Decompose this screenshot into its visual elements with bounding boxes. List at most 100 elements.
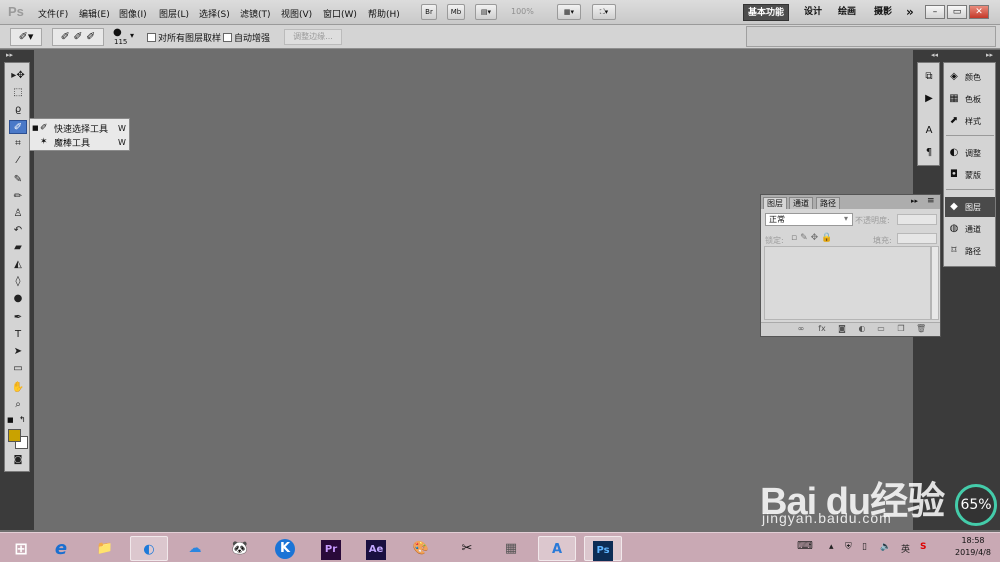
menu-file[interactable]: 文件(F): [38, 7, 68, 20]
fx-icon[interactable]: fx: [817, 324, 827, 334]
history-panel-icon[interactable]: ⧉: [921, 69, 937, 85]
tray-expand-icon[interactable]: ▴: [829, 542, 834, 552]
history-brush-tool-icon[interactable]: ↶: [9, 224, 27, 238]
taskbar-paint-icon[interactable]: 🎨: [402, 536, 440, 561]
flyout-item-magic-wand[interactable]: ✶ 魔棒工具 W: [32, 135, 128, 149]
workspace-essentials[interactable]: 基本功能: [743, 4, 790, 21]
tray-battery-icon[interactable]: ▯: [862, 542, 867, 552]
panel-menu-icon[interactable]: ≡: [927, 196, 935, 206]
dock-item-color[interactable]: ◈ 颜色: [945, 67, 995, 87]
path-selection-tool-icon[interactable]: ➤: [9, 345, 27, 359]
new-group-icon[interactable]: ▭: [876, 324, 886, 334]
clone-stamp-tool-icon[interactable]: ♙: [9, 207, 27, 221]
workspace-painting[interactable]: 绘画: [834, 4, 860, 21]
spot-healing-tool-icon[interactable]: ✎: [9, 173, 27, 187]
actions-panel-icon[interactable]: ▶: [921, 91, 937, 107]
marquee-tool-icon[interactable]: ⬚: [9, 86, 27, 100]
tab-layers[interactable]: 图层: [763, 197, 787, 209]
collapse-toolbar-icon[interactable]: ▸▸: [6, 51, 13, 59]
dock-item-channels[interactable]: ◍ 通道: [945, 219, 995, 239]
delete-layer-icon[interactable]: 🗑: [916, 324, 926, 334]
tab-channels[interactable]: 通道: [789, 197, 813, 209]
sample-all-layers-checkbox[interactable]: 对所有图层取样: [147, 31, 221, 44]
tool-preset-picker[interactable]: ✐▾: [10, 28, 42, 46]
expand-dock-icon[interactable]: ▸▸: [986, 51, 993, 59]
menu-filter[interactable]: 滤镜(T): [240, 7, 271, 20]
eyedropper-tool-icon[interactable]: ⁄: [9, 154, 27, 168]
dock-item-styles[interactable]: ⬈ 样式: [945, 111, 995, 131]
menu-layer[interactable]: 图层(L): [159, 7, 189, 20]
arrange-documents-button[interactable]: ▦▾: [557, 4, 581, 20]
swap-colors-icon[interactable]: ↰: [19, 415, 26, 424]
taskbar-browser-icon[interactable]: ◐: [130, 536, 168, 561]
view-extras-button[interactable]: ▤▾: [475, 4, 497, 20]
layers-list[interactable]: [764, 246, 931, 320]
blend-mode-select[interactable]: 正常: [765, 213, 853, 226]
close-button[interactable]: ✕: [969, 5, 989, 19]
dock-item-masks[interactable]: ◘ 蒙版: [945, 165, 995, 185]
rectangle-tool-icon[interactable]: ▭: [9, 362, 27, 376]
flyout-item-quick-selection[interactable]: ■ ✐ 快速选择工具 W: [32, 121, 128, 135]
refine-edge-button[interactable]: 调整边缘...: [284, 29, 342, 45]
brush-dot-icon[interactable]: ●: [113, 27, 122, 38]
keyboard-icon[interactable]: ⌨: [797, 539, 813, 552]
pen-tool-icon[interactable]: ✒: [9, 311, 27, 325]
selection-mode-buttons[interactable]: ✐ ✐ ✐: [52, 28, 104, 46]
menu-image[interactable]: 图像(I): [119, 7, 147, 20]
zoom-tool-icon[interactable]: ⌕: [9, 398, 27, 412]
brush-tool-icon[interactable]: ✏: [9, 190, 27, 204]
dock-item-adjustments[interactable]: ◐ 调整: [945, 143, 995, 163]
dock-item-paths[interactable]: ⌑ 路径: [945, 241, 995, 261]
brush-picker-arrow-icon[interactable]: ▾: [130, 31, 134, 40]
screen-mode-button[interactable]: ⛶▾: [592, 4, 616, 20]
workspace-design[interactable]: 设计: [800, 4, 826, 21]
tray-volume-icon[interactable]: 🔈: [880, 542, 891, 552]
taskbar-clock[interactable]: 18:58 2019/4/8: [950, 535, 996, 559]
crop-tool-icon[interactable]: ⌗: [9, 137, 27, 151]
opacity-field[interactable]: [897, 214, 937, 225]
tab-paths[interactable]: 路径: [816, 197, 840, 209]
tray-ime-indicator[interactable]: 英: [901, 542, 910, 555]
quick-selection-tool-icon[interactable]: ✐: [9, 120, 27, 134]
fill-field[interactable]: [897, 233, 937, 244]
default-colors-icon[interactable]: ■: [7, 416, 14, 424]
lock-icons[interactable]: ▫✎✥🔒: [791, 233, 835, 243]
dock-item-swatches[interactable]: ▦ 色板: [945, 89, 995, 109]
minimize-button[interactable]: –: [925, 5, 945, 19]
link-layers-icon[interactable]: ∞: [796, 324, 806, 334]
taskbar-panda-icon[interactable]: 🐼: [221, 536, 259, 561]
restore-button[interactable]: ▭: [947, 5, 967, 19]
taskbar-app-a-icon[interactable]: A: [538, 536, 576, 561]
brush-size[interactable]: 115: [114, 38, 127, 46]
taskbar-kugou-icon[interactable]: K: [266, 536, 304, 561]
adjustment-layer-icon[interactable]: ◐: [857, 324, 867, 334]
foreground-color-swatch[interactable]: [8, 429, 21, 442]
taskbar-baidu-netdisk-icon[interactable]: ☁: [176, 536, 214, 561]
new-layer-icon[interactable]: ❐: [896, 324, 906, 334]
tray-security-icon[interactable]: ⛨: [845, 542, 852, 552]
blur-tool-icon[interactable]: ◊: [9, 275, 27, 289]
dock-item-layers[interactable]: ◆ 图层: [945, 197, 995, 217]
taskbar-explorer-icon[interactable]: 📁: [86, 536, 124, 561]
lasso-tool-icon[interactable]: ϱ: [9, 103, 27, 117]
menu-window[interactable]: 窗口(W): [323, 7, 357, 20]
minibridge-button[interactable]: Mb: [447, 4, 465, 20]
collapse-dock-icon[interactable]: ◂◂: [931, 51, 938, 59]
workspace-more-button[interactable]: »: [902, 4, 918, 21]
hand-tool-icon[interactable]: ✋: [9, 381, 27, 395]
taskbar-ie-icon[interactable]: e: [42, 536, 80, 561]
type-tool-icon[interactable]: T: [9, 328, 27, 342]
start-button[interactable]: ⊞: [2, 536, 40, 561]
panel-collapse-icon[interactable]: ▸▸: [911, 197, 918, 205]
taskbar-snipping-icon[interactable]: ✂: [448, 536, 486, 561]
eraser-tool-icon[interactable]: ▰: [9, 241, 27, 255]
menu-view[interactable]: 视图(V): [281, 7, 312, 20]
tray-sogou-icon[interactable]: S: [920, 542, 926, 552]
add-mask-icon[interactable]: ◙: [837, 324, 847, 334]
quick-mask-icon[interactable]: ◙: [9, 453, 27, 467]
dodge-tool-icon[interactable]: ●: [9, 292, 27, 306]
taskbar-premiere-icon[interactable]: Pr: [312, 536, 350, 561]
menu-select[interactable]: 选择(S): [199, 7, 230, 20]
network-speed-widget[interactable]: 65%: [955, 484, 997, 526]
taskbar-calculator-icon[interactable]: ▦: [492, 536, 530, 561]
